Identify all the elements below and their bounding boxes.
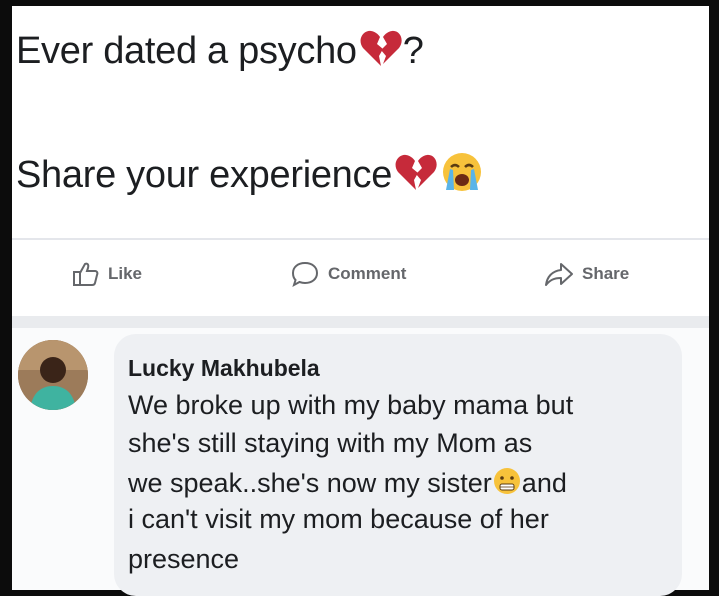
- avatar[interactable]: [18, 340, 88, 410]
- broken-heart-icon: [394, 152, 438, 202]
- like-button[interactable]: Like: [72, 260, 142, 288]
- post-line-1-text: Ever dated a psycho: [16, 30, 357, 73]
- comment-button[interactable]: Comment: [290, 260, 406, 288]
- post-line-2-text: Share your experience: [16, 154, 393, 197]
- section-divider: [12, 316, 709, 328]
- post-text-line-2: Share your experience: [16, 150, 484, 204]
- like-label: Like: [108, 264, 143, 283]
- share-arrow-icon: [544, 260, 574, 288]
- comment-line-4: i can't visit my mom because of her: [128, 504, 549, 534]
- comment-label: Comment: [328, 264, 407, 283]
- comment-line-3: we speak..she's now my sister and: [128, 466, 567, 503]
- grimacing-face-icon: [492, 466, 522, 503]
- post-divider: [12, 238, 709, 240]
- comment-bubble-icon: [290, 260, 320, 288]
- comment-line-3-suffix: and: [521, 468, 567, 498]
- share-label: Share: [582, 264, 630, 283]
- comment-author[interactable]: Lucky Makhubela: [128, 355, 320, 382]
- share-button[interactable]: Share: [544, 260, 629, 288]
- comment-line-3-text: we speak..she's now my sister: [128, 468, 492, 498]
- thumbs-up-icon: [72, 260, 100, 288]
- post-line-1-suffix: ?: [402, 30, 424, 73]
- comment-line-2: she's still staying with my Mom as: [128, 428, 533, 458]
- broken-heart-icon: [359, 28, 403, 78]
- loudly-crying-face-icon: [440, 150, 484, 204]
- post-action-bar: Like Comment Share: [12, 254, 709, 306]
- comment-line-1: We broke up with my baby mama but: [128, 390, 574, 420]
- post-text-line-1: Ever dated a psycho ?: [16, 28, 424, 78]
- comment-line-5: presence: [128, 544, 240, 574]
